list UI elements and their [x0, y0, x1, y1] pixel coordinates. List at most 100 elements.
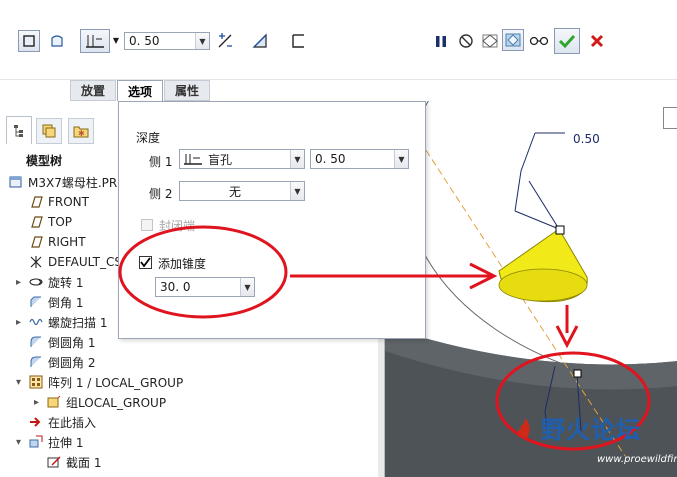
- options-panel: 深度 侧 1 盲孔 ▼ 0. 50 ▼ 侧 2 无 ▼ 封闭端 添加锥度 30.…: [118, 101, 426, 339]
- blind-depth-icon: [184, 154, 202, 165]
- tree-item[interactable]: 倒圆角 1: [16, 332, 95, 352]
- tree-item[interactable]: 倒角 1: [16, 292, 83, 312]
- tree-item[interactable]: 截面 1: [34, 452, 101, 472]
- chevron-down-icon[interactable]: ▼: [290, 150, 304, 168]
- tree-item-label: 阵列 1 / LOCAL_GROUP: [48, 375, 184, 390]
- tab-options[interactable]: 选项: [117, 80, 163, 102]
- tree-item-label: DEFAULT_CS: [48, 255, 122, 269]
- side1-label: 侧 1: [149, 155, 173, 169]
- expand-icon[interactable]: ▸: [34, 397, 46, 408]
- expand-icon[interactable]: ▸: [16, 317, 28, 328]
- datum-plane-icon: [28, 194, 44, 210]
- tree-item-label: 倒圆角 2: [48, 355, 96, 370]
- extrude-icon: [28, 434, 44, 450]
- side2-type-text: 无: [228, 184, 241, 199]
- chevron-down-icon[interactable]: ▼: [394, 150, 408, 168]
- solid-button[interactable]: [18, 30, 40, 52]
- tree-item-label: 组LOCAL_GROUP: [66, 395, 167, 410]
- tree-item[interactable]: 倒圆角 2: [16, 352, 95, 372]
- tree-item[interactable]: TOP: [16, 212, 72, 232]
- tree-item-label: M3X7螺母柱.PR: [28, 175, 118, 190]
- tree-item-label: 在此插入: [48, 415, 97, 430]
- csys-icon: [28, 254, 44, 270]
- flip-depth-button[interactable]: [214, 30, 236, 52]
- tree-item[interactable]: 在此插入: [16, 412, 96, 432]
- tree-item[interactable]: ▾ 阵列 1 / LOCAL_GROUP: [16, 372, 183, 392]
- expand-icon[interactable]: ▸: [16, 277, 28, 288]
- tab-properties-label: 属性: [174, 84, 199, 98]
- watermark-logo: 野火论坛: [513, 410, 641, 445]
- remove-material-button[interactable]: [249, 30, 271, 52]
- tree-item-label: 倒角 1: [48, 295, 84, 310]
- depth-label: 深度: [136, 131, 161, 145]
- chevron-down-icon[interactable]: ▼: [290, 182, 304, 200]
- cancel-button[interactable]: [586, 30, 608, 52]
- tab-favorites[interactable]: ✱: [68, 118, 94, 144]
- taper-angle-input[interactable]: 30. 0 ▼: [155, 277, 255, 297]
- glasses-button[interactable]: [528, 30, 550, 52]
- tree-item[interactable]: ▾ 拉伸 1: [16, 432, 83, 452]
- tree-item-label: 截面 1: [66, 455, 102, 470]
- tree-item-label: 拉伸 1: [48, 435, 84, 450]
- side2-type-select[interactable]: 无 ▼: [179, 181, 305, 201]
- surface-icon: [51, 35, 63, 47]
- round-icon: [28, 354, 44, 370]
- confirm-icon: [558, 34, 576, 49]
- side1-type-select[interactable]: 盲孔 ▼: [179, 149, 305, 169]
- tab-model-tree[interactable]: [6, 116, 32, 144]
- graphics-window[interactable]: 0.50 野火论坛 www.proewildfire.cn: [384, 101, 677, 477]
- verify-button[interactable]: [502, 29, 524, 51]
- model-tree-title: 模型树: [26, 154, 63, 168]
- depth-value-text: 0. 50: [129, 34, 160, 48]
- checkmark-icon: [140, 257, 151, 268]
- tree-item[interactable]: ▸ 旋转 1: [16, 272, 83, 292]
- helical-sweep-icon: [28, 314, 44, 330]
- verify-icon: [505, 33, 521, 47]
- pattern-icon: [28, 374, 44, 390]
- navigator-tabs: ✱: [6, 116, 116, 144]
- depth-type-dropdown[interactable]: ▼: [111, 33, 121, 47]
- datum-plane-icon: [28, 214, 44, 230]
- tree-item[interactable]: RIGHT: [16, 232, 86, 252]
- cap-ends-label: 封闭端: [159, 219, 196, 233]
- datum-plane-icon: [28, 234, 44, 250]
- tab-placement[interactable]: 放置: [70, 80, 116, 101]
- no-preview-icon: [459, 34, 473, 48]
- cap-ends-checkbox[interactable]: [141, 219, 153, 231]
- flip-depth-icon: [218, 33, 232, 48]
- glasses-icon: [529, 36, 549, 46]
- tab-layers[interactable]: [36, 118, 62, 144]
- tree-item[interactable]: M3X7螺母柱.PR: [8, 172, 117, 192]
- chevron-down-icon: ▼: [112, 35, 120, 45]
- pause-icon: [436, 36, 446, 47]
- tree-item[interactable]: ▸ 组LOCAL_GROUP: [34, 392, 166, 412]
- confirm-button[interactable]: [554, 28, 580, 54]
- insert-here-icon: [28, 414, 44, 430]
- add-taper-checkbox[interactable]: [139, 256, 152, 269]
- solid-icon: [23, 35, 35, 47]
- no-preview-button[interactable]: [455, 30, 477, 52]
- check-model-button[interactable]: [479, 30, 501, 52]
- tree-item[interactable]: FRONT: [16, 192, 89, 212]
- depth-value-input[interactable]: 0. 50 ▼: [124, 32, 210, 50]
- depth-type-icon: [86, 35, 104, 48]
- depth-type-button[interactable]: [80, 29, 110, 53]
- surface-button[interactable]: [46, 30, 68, 52]
- collapse-icon[interactable]: ▾: [16, 437, 28, 448]
- collapse-icon[interactable]: ▾: [16, 377, 28, 388]
- chevron-down-icon[interactable]: ▼: [195, 33, 209, 49]
- group-icon: [46, 394, 62, 410]
- view-corner-button[interactable]: [663, 107, 677, 129]
- tree-item[interactable]: ▸ 螺旋扫描 1: [16, 312, 107, 332]
- thicken-button[interactable]: [287, 30, 309, 52]
- dimension-label[interactable]: 0.50: [573, 132, 600, 146]
- watermark-text: 野火论坛: [541, 415, 641, 444]
- side1-value-input[interactable]: 0. 50 ▼: [310, 149, 409, 169]
- tree-item-label: FRONT: [48, 195, 89, 209]
- layers-icon: [42, 124, 56, 138]
- chevron-down-icon[interactable]: ▼: [240, 278, 254, 296]
- folder-star-icon: ✱: [73, 126, 89, 138]
- tab-properties[interactable]: 属性: [164, 80, 210, 101]
- pause-button[interactable]: [430, 30, 452, 52]
- tree-item[interactable]: DEFAULT_CS: [16, 252, 122, 272]
